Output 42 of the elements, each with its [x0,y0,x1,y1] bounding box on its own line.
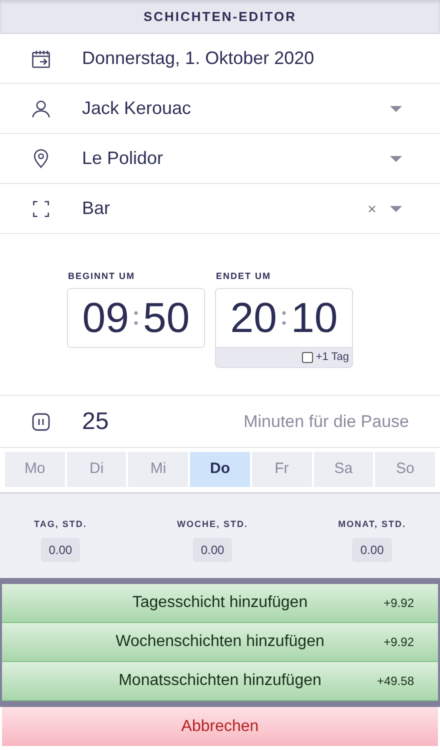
hours-label: +9.92 [384,595,414,612]
pause-minutes-field[interactable]: 25 [82,404,244,440]
checkbox-label: +1 Tag [316,350,349,365]
checkbox[interactable] [302,352,313,362]
hours-label: +49.58 [376,673,414,690]
total-label: TAG, STD. [34,518,87,531]
button-label: Monatsschichten hinzufügen [118,671,322,691]
add-shift-button[interactable]: Monatsschichten hinzufügen +49.58 [2,662,438,701]
caret-icon[interactable] [390,156,402,162]
total-value: 0.00 [40,538,80,562]
total-value: 0.00 [192,538,232,562]
hours-value: 20 [230,296,277,338]
add-shift-button[interactable]: Tagesschicht hinzufügen +9.92 [2,584,438,623]
window-title: SCHICHTEN-EDITOR [143,8,297,26]
person-icon [30,98,52,120]
end-time-field[interactable]: 20 10 +1 Tag [215,288,353,368]
colon-icon [134,310,138,324]
end-time-label: ENDET UM [216,270,272,283]
total-label: WOCHE, STD. [177,518,248,531]
location-value[interactable]: Le Polidor [82,145,390,172]
cancel-button[interactable]: Abbrechen [2,707,438,746]
weekday-toggle[interactable]: Do [190,452,250,487]
total-value: 0.00 [352,538,392,562]
minutes-value: 10 [291,296,338,338]
hours-value: 09 [82,296,129,338]
button-label: Wochenschichten hinzufügen [116,632,324,652]
add-shift-button[interactable]: Wochenschichten hinzufügen +9.92 [2,623,438,662]
colon-icon [282,310,286,324]
start-time-field[interactable]: 09 50 [67,288,205,348]
date-value: Donnerstag, 1. Oktober 2020 [82,47,316,70]
person-value[interactable]: Jack Kerouac [82,95,390,122]
caret-icon[interactable] [390,106,402,112]
area-value[interactable]: Bar [82,195,368,222]
caret-icon[interactable] [390,206,402,212]
total-label: MONAT, STD. [338,518,406,531]
pause-icon [32,412,50,430]
clear-icon[interactable] [368,204,376,212]
minutes-value: 50 [143,296,190,338]
hours-label: +9.92 [384,634,414,651]
pause-label: Minuten für die Pause [244,410,409,433]
button-label: Tagesschicht hinzufügen [132,593,308,613]
start-time-label: BEGINNT UM [68,270,136,283]
